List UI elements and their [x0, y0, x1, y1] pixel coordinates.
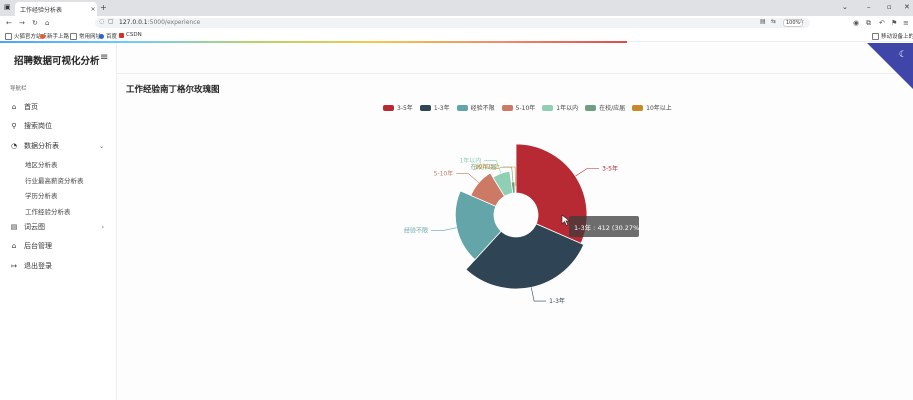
- account-icon[interactable]: ◉: [853, 19, 859, 27]
- bookmark-item[interactable]: 常用网址: [70, 32, 101, 40]
- slice-label: 5-10年: [434, 170, 454, 178]
- label-line: [430, 227, 457, 231]
- home-browser-icon[interactable]: ⌂: [45, 19, 49, 27]
- rose-slice-6[interactable]: [514, 185, 517, 194]
- firefox-icon: [40, 33, 45, 39]
- browser-tab-strip: ▣ 工作经验分析表 × + ⌄ – ▫ ✕: [0, 0, 913, 16]
- sub-item-region[interactable]: 地区分析表: [25, 159, 58, 169]
- reload-icon[interactable]: ↻: [32, 19, 38, 27]
- url-field[interactable]: ◌ ▢ 127.0.0.1:5000/experience ▤ ⇆ 100% ☆: [95, 18, 810, 28]
- new-tab-button[interactable]: +: [100, 3, 107, 12]
- shield-icon[interactable]: ◌: [99, 18, 104, 25]
- star-icon[interactable]: ☆: [799, 18, 804, 25]
- slice-label: 3-5年: [602, 164, 618, 172]
- sub-item-education[interactable]: 学历分析表: [25, 190, 58, 200]
- address-bar-row: ← → ↻ ⌂ ◌ ▢ 127.0.0.1:5000/experience ▤ …: [0, 16, 913, 30]
- firefox-view-icon[interactable]: ▣: [4, 3, 11, 11]
- search-icon: ⚲: [11, 122, 17, 130]
- hamburger-icon[interactable]: ≡: [100, 52, 108, 63]
- slice-label: 经验不限: [404, 227, 428, 235]
- csdn-icon: [119, 32, 124, 38]
- close-tab-icon[interactable]: ×: [89, 6, 97, 13]
- label-line: [530, 287, 547, 302]
- nav-label: 导航栏: [10, 86, 27, 92]
- browser-tab[interactable]: 工作经验分析表 ×: [15, 2, 97, 16]
- chart-tooltip: 1-3年 : 412 (30.27%): [569, 216, 642, 237]
- pie-icon: ◔: [10, 142, 18, 150]
- extensions-icon[interactable]: ⧉: [866, 19, 871, 28]
- chevron-down-icon: ⌄: [98, 142, 104, 150]
- undo-icon[interactable]: ↶: [879, 19, 885, 27]
- page-info-icon[interactable]: ▢: [108, 18, 114, 25]
- list-tabs-icon[interactable]: ⌄: [842, 3, 848, 11]
- sidebar-item-admin[interactable]: ⌂ 后台管理: [10, 241, 110, 251]
- maximize-icon[interactable]: ▫: [887, 3, 892, 11]
- sidebar-item-logout[interactable]: ↦ 退出登录: [10, 261, 110, 271]
- baidu-icon: [99, 33, 104, 39]
- sidebar-item-wordcloud[interactable]: ▤ 词云图 ›: [10, 222, 110, 232]
- rose-chart: 3-5年1-3年经验不限5-10年1年以内在校/应届10年以上1-3年 : 41…: [404, 143, 642, 305]
- tooltip-text: 1-3年 : 412 (30.27%): [574, 223, 642, 232]
- back-icon[interactable]: ←: [6, 19, 12, 27]
- minimize-icon[interactable]: –: [867, 3, 871, 11]
- reader-icon[interactable]: ▤: [760, 18, 766, 25]
- label-line: [456, 173, 480, 183]
- url-text: 127.0.0.1:5000/experience: [119, 19, 201, 26]
- bookmark-item[interactable]: CSDN: [119, 32, 142, 38]
- home-icon: ⌂: [11, 103, 17, 111]
- folder-icon: [872, 32, 879, 40]
- folder-icon: [5, 32, 12, 40]
- sidebar-item-analysis[interactable]: ◔ 数据分析表 ⌄: [10, 141, 110, 151]
- cloud-icon: ▤: [10, 223, 18, 231]
- chevron-right-icon: ›: [101, 223, 104, 231]
- sidebar: 招聘数据可视化分析 ≡ 导航栏 ⌂ 首页 ⚲ 搜索岗位 ◔ 数据分析表 ⌄ 地区…: [0, 43, 117, 400]
- sub-item-industry-salary[interactable]: 行业最高薪资分析表: [25, 175, 84, 185]
- bookmark-item[interactable]: 新手上路: [40, 32, 69, 40]
- bank-icon: ⌂: [11, 242, 17, 250]
- slice-label: 10年以上: [474, 163, 500, 171]
- forward-icon[interactable]: →: [19, 19, 25, 27]
- bookmark-item[interactable]: 百度: [99, 32, 117, 40]
- brand-title: 招聘数据可视化分析: [14, 56, 100, 67]
- main-content: ☾ 工作经验南丁格尔玫瑰图 3-5年 1-3年 经验不限 5-10年 1年以内 在校/应届…: [117, 43, 913, 400]
- tab-title: 工作经验分析表: [20, 6, 63, 14]
- menu-icon[interactable]: ≡: [903, 19, 909, 27]
- mobile-bookmarks[interactable]: 移动设备上的书签: [872, 32, 913, 40]
- folder-icon: [70, 32, 77, 40]
- bookmark-manager-icon[interactable]: ⚑: [891, 19, 897, 27]
- sidebar-item-search[interactable]: ⚲ 搜索岗位: [10, 121, 110, 131]
- label-line: [575, 168, 600, 177]
- sidebar-item-home[interactable]: ⌂ 首页: [10, 102, 110, 112]
- slice-label: 1-3年: [549, 297, 565, 305]
- sub-item-experience[interactable]: 工作经验分析表: [25, 206, 71, 216]
- logout-icon: ↦: [11, 262, 17, 270]
- translate-icon[interactable]: ⇆: [771, 18, 776, 25]
- close-window-icon[interactable]: ✕: [904, 3, 910, 11]
